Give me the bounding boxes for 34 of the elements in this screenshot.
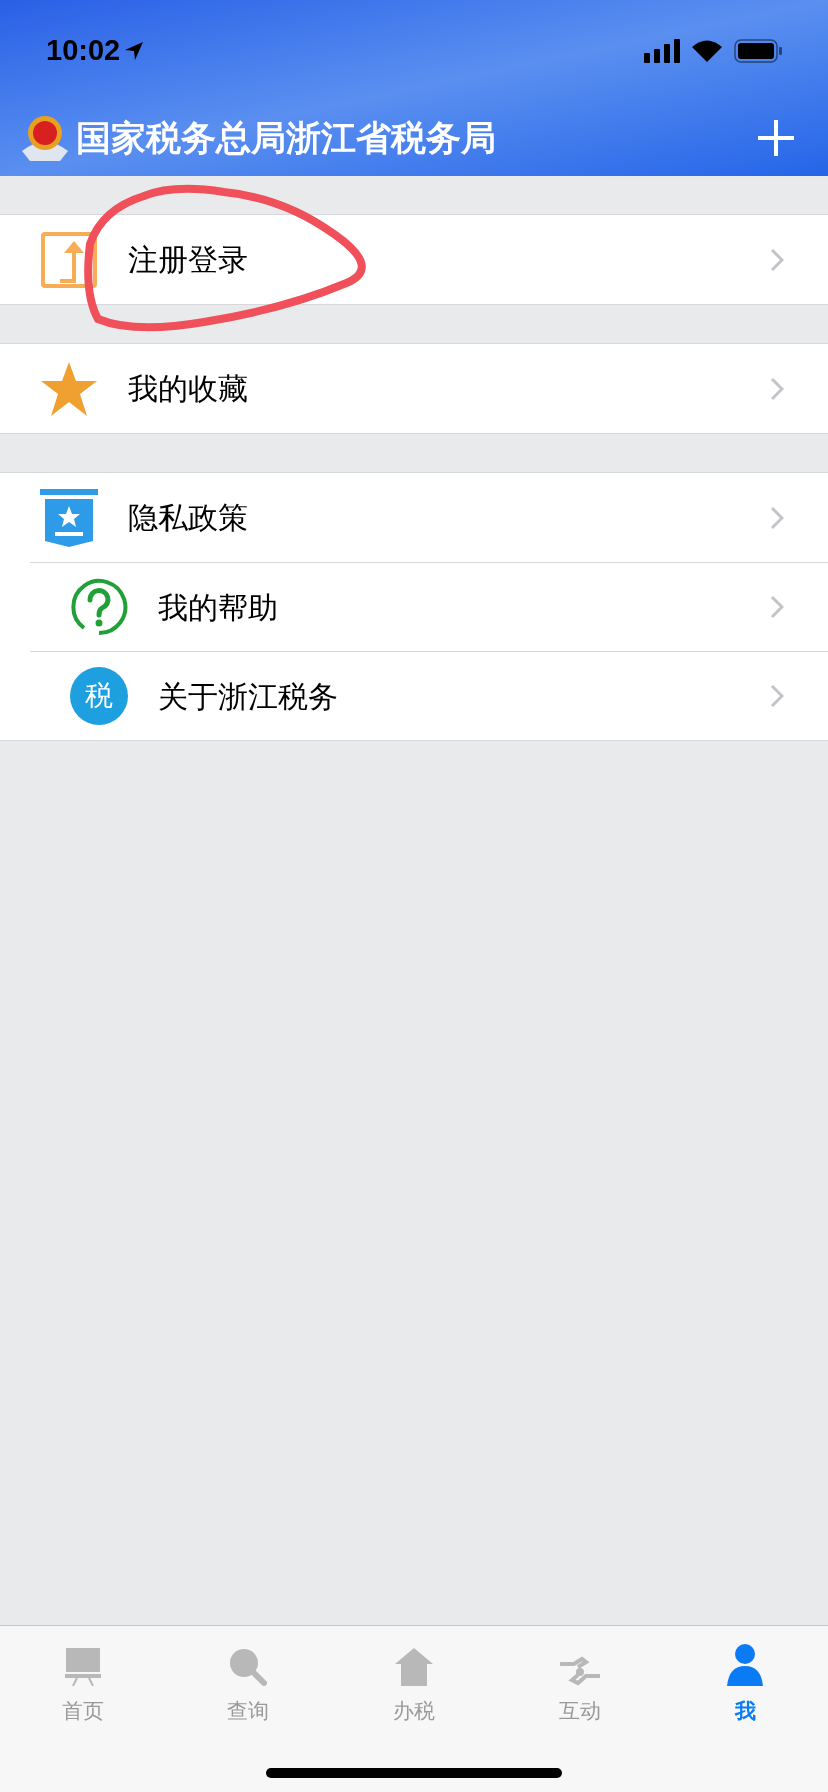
location-icon [124, 41, 145, 61]
tab[interactable]: 我 [662, 1642, 828, 1728]
menu-row[interactable]: 隐私政策 [0, 473, 828, 562]
menu-row[interactable]: 我的帮助 [30, 562, 828, 651]
badge-icon [40, 488, 98, 547]
chevron-icon [770, 505, 784, 530]
wifi-icon [692, 40, 722, 62]
row-label: 我的收藏 [128, 370, 249, 408]
battery-icon [734, 39, 782, 63]
emblem-icon [20, 113, 70, 163]
upload-icon [40, 230, 98, 289]
menu-row[interactable]: 我的收藏 [0, 344, 828, 433]
signal-icon [644, 39, 680, 63]
search-icon [229, 1648, 268, 1686]
person-icon [727, 1644, 764, 1686]
header-title: 国家税务总局浙江省税务局 [76, 116, 497, 160]
star-icon [40, 360, 98, 417]
menu-row[interactable]: 注册登录 [0, 215, 828, 304]
row-label: 我的帮助 [158, 588, 279, 627]
home-icon [395, 1648, 433, 1686]
chevron-icon [770, 247, 784, 272]
plus-icon [758, 120, 794, 156]
handshake-icon [559, 1656, 600, 1686]
help-icon [70, 578, 128, 636]
row-label: 注册登录 [128, 241, 249, 279]
chevron-icon [770, 684, 784, 708]
menu-row[interactable]: 税 关于浙江税务 [30, 651, 828, 740]
row-label: 隐私政策 [128, 499, 249, 537]
status-time: 10:02 [46, 33, 121, 69]
chevron-icon [770, 376, 784, 401]
row-label: 关于浙江税务 [158, 677, 339, 716]
easel-icon [64, 1648, 101, 1686]
chevron-icon [770, 595, 784, 619]
tax-badge: 税 [70, 667, 128, 725]
